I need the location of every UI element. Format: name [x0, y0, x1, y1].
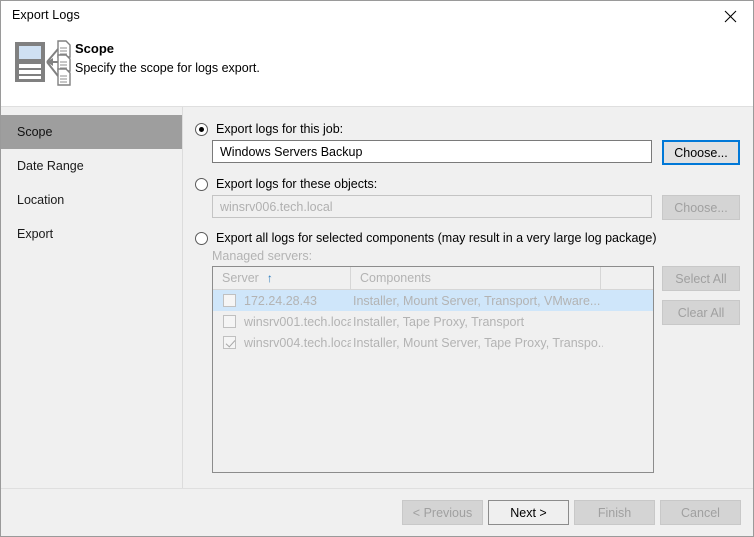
close-icon [724, 10, 736, 22]
grid-column-header-components[interactable]: Components [351, 267, 601, 290]
radio-export-logs-for-this-job[interactable]: Export logs for this job: [195, 122, 343, 136]
grid-column-header-components-label: Components [360, 271, 431, 285]
table-row[interactable]: winsrv001.tech.local Installer, Tape Pro… [213, 311, 653, 332]
sidebar-item-label: Export [17, 227, 54, 241]
page-title: Scope [75, 41, 115, 56]
sidebar-item-label: Scope [17, 125, 53, 139]
radio-label: Export logs for this job: [216, 122, 344, 136]
sidebar-item-label: Location [17, 193, 65, 207]
clear-all-button: Clear All [662, 300, 740, 325]
export-logs-dialog: Export Logs Scope Specify the scope for … [0, 0, 754, 537]
radio-indicator-icon [195, 177, 208, 191]
radio-export-logs-for-these-objects[interactable]: Export logs for these objects: [195, 177, 377, 191]
select-all-button: Select All [662, 266, 740, 291]
sidebar-item-label: Date Range [17, 159, 84, 173]
sidebar-item-scope[interactable]: Scope [1, 115, 182, 149]
radio-label: Export all logs for selected components … [216, 231, 657, 245]
dialog-footer: < Previous Next > Finish Cancel [1, 489, 753, 536]
managed-servers-label: Managed servers: [212, 249, 313, 263]
cell-components: Installer, Tape Proxy, Transport [353, 314, 525, 329]
radio-label: Export logs for these objects: [216, 177, 378, 191]
cell-server: 172.24.28.43 [244, 293, 317, 308]
cell-components: Installer, Mount Server, Tape Proxy, Tra… [353, 335, 603, 350]
grid-header-row: Server ↑ Components [213, 267, 653, 290]
finish-button: Finish [574, 500, 655, 525]
radio-indicator-icon [195, 122, 208, 136]
previous-button: < Previous [402, 500, 483, 525]
grid-column-header-server-label: Server [222, 271, 259, 285]
cancel-button: Cancel [660, 500, 741, 525]
managed-servers-grid: Server ↑ Components 172.24.28.43 Install… [212, 266, 654, 473]
choose-objects-button: Choose... [662, 195, 740, 220]
radio-export-all-logs-for-selected-components[interactable]: Export all logs for selected components … [195, 231, 657, 245]
row-checkbox[interactable] [223, 336, 236, 349]
wizard-steps-sidebar: Scope Date Range Location Export [1, 107, 183, 488]
sidebar-item-export[interactable]: Export [1, 217, 182, 251]
sidebar-item-date-range[interactable]: Date Range [1, 149, 182, 183]
radio-indicator-icon [195, 231, 208, 245]
table-row[interactable]: 172.24.28.43 Installer, Mount Server, Tr… [213, 290, 653, 311]
row-checkbox[interactable] [223, 294, 236, 307]
sort-ascending-icon: ↑ [266, 271, 273, 285]
table-row[interactable]: winsrv004.tech.local Installer, Mount Se… [213, 332, 653, 353]
job-name-field[interactable]: Windows Servers Backup [212, 140, 652, 163]
choose-job-button[interactable]: Choose... [662, 140, 740, 165]
window-title: Export Logs [12, 8, 80, 22]
cell-server: winsrv001.tech.local [244, 314, 351, 329]
next-button[interactable]: Next > [488, 500, 569, 525]
sidebar-item-location[interactable]: Location [1, 183, 182, 217]
objects-field: winsrv006.tech.local [212, 195, 652, 218]
page-subtitle: Specify the scope for logs export. [75, 61, 260, 75]
cell-server: winsrv004.tech.local [244, 335, 351, 350]
server-export-logs-icon [14, 39, 72, 87]
dialog-header: Scope Specify the scope for logs export. [1, 31, 753, 106]
main-panel: Export logs for this job: Windows Server… [184, 107, 753, 488]
title-bar: Export Logs [1, 1, 753, 31]
close-button[interactable] [707, 1, 753, 31]
grid-column-header-server[interactable]: Server ↑ [213, 267, 351, 290]
grid-column-header-extra[interactable] [601, 267, 653, 290]
cell-components: Installer, Mount Server, Transport, VMwa… [353, 293, 601, 308]
row-checkbox[interactable] [223, 315, 236, 328]
